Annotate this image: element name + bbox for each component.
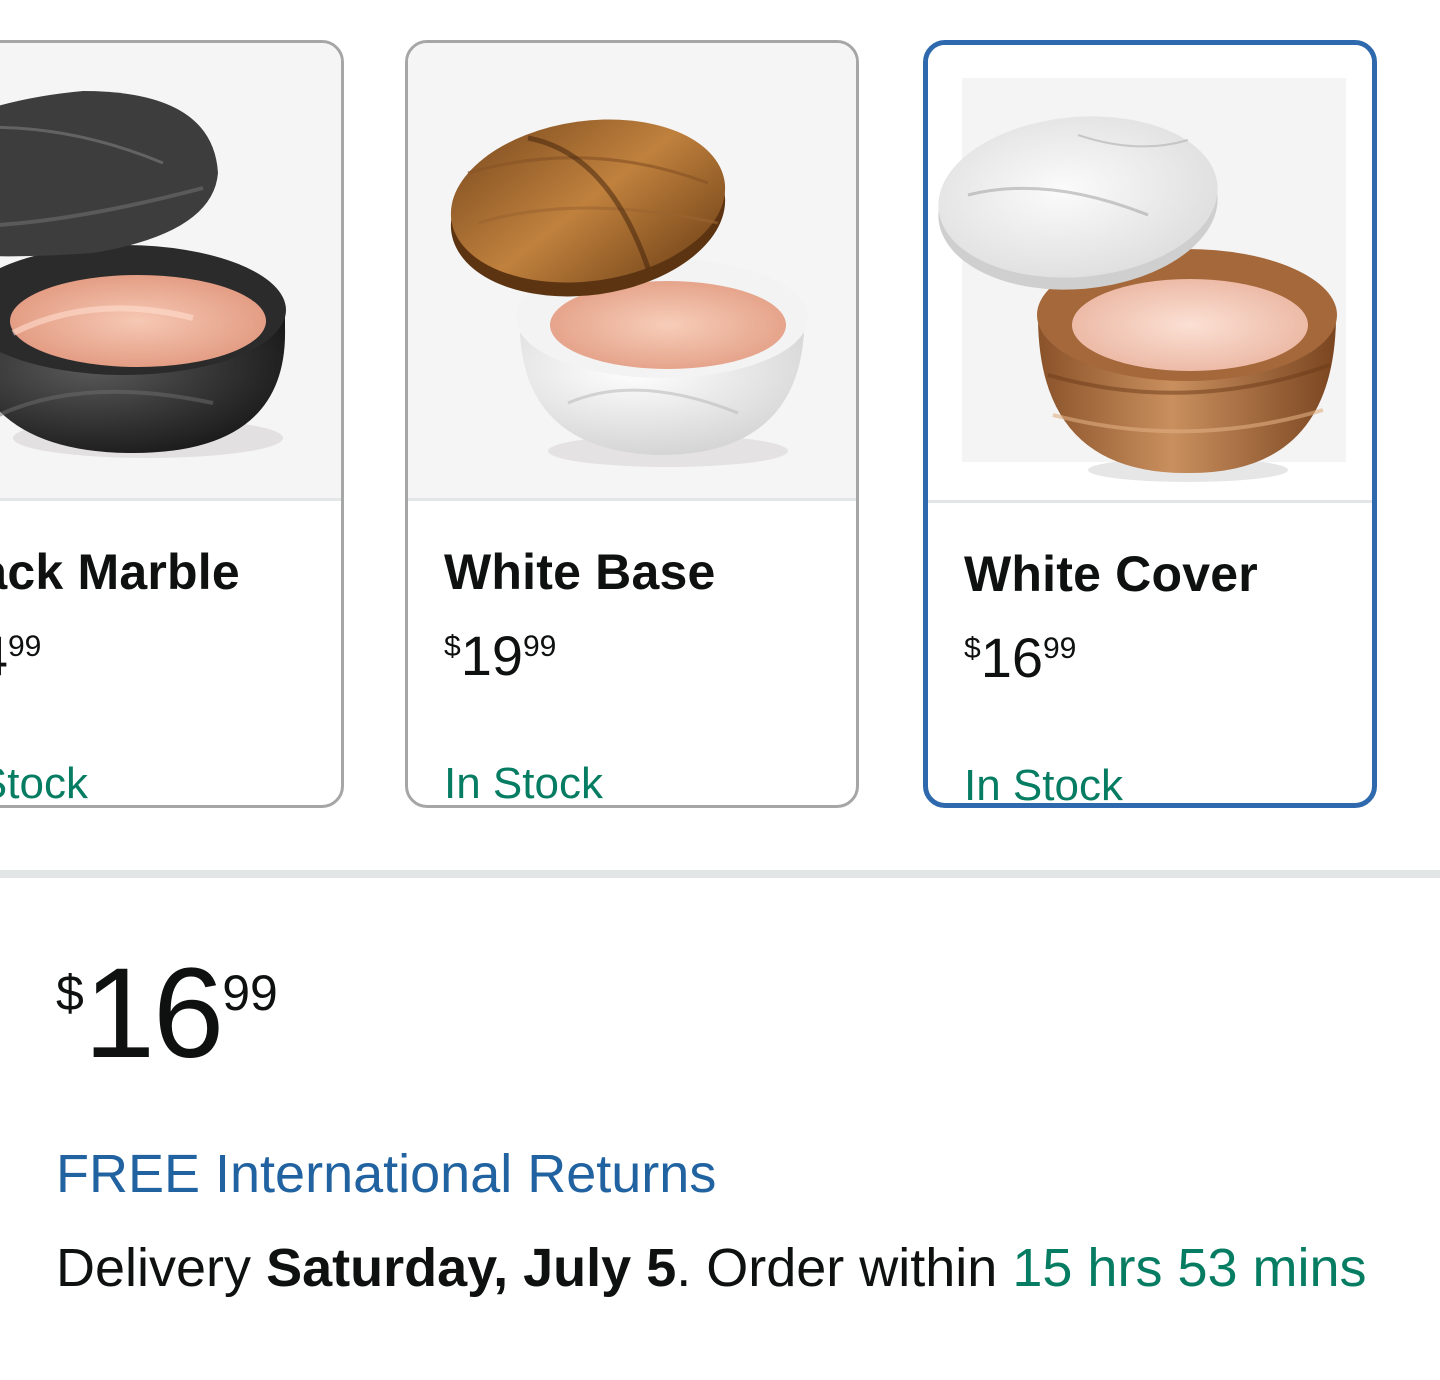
price-fraction: 99 <box>222 965 278 1021</box>
delivery-date: Saturday, July 5 <box>266 1238 677 1298</box>
variant-title: White Base <box>444 544 716 600</box>
product-image-white-cover <box>928 45 1372 503</box>
variant-title: White Cover <box>964 546 1258 602</box>
variant-card-white-base[interactable]: White Base $1999 In Stock <box>405 40 859 808</box>
availability-status: In Stock <box>444 759 603 808</box>
variant-price: $2499 <box>0 628 42 684</box>
price-currency-symbol: $ <box>56 965 84 1021</box>
variant-carousel[interactable]: Black Marble $2499 In Stock <box>0 0 1440 830</box>
delivery-info: Delivery Saturday, July 5. Order within … <box>56 1230 1386 1306</box>
variant-price: $1999 <box>444 624 557 687</box>
availability-status: In Stock <box>964 761 1123 808</box>
free-returns-link[interactable]: FREE International Returns <box>56 1143 716 1205</box>
variant-price: $1699 <box>964 626 1077 689</box>
variant-card-black-marble[interactable]: Black Marble $2499 In Stock <box>0 40 344 808</box>
delivery-order-within: . Order within <box>676 1238 998 1298</box>
product-image-white-base <box>408 43 856 501</box>
variant-card-white-cover[interactable]: White Cover $1699 In Stock <box>923 40 1377 808</box>
section-divider <box>0 870 1440 878</box>
delivery-prefix: Delivery <box>56 1238 252 1298</box>
product-price: $1699 <box>56 950 278 1078</box>
price-whole: 16 <box>83 942 224 1085</box>
product-image-black-marble <box>0 43 341 501</box>
variant-title: Black Marble <box>0 544 240 600</box>
delivery-countdown: 15 hrs 53 mins <box>1012 1238 1367 1298</box>
availability-status: In Stock <box>0 759 88 808</box>
